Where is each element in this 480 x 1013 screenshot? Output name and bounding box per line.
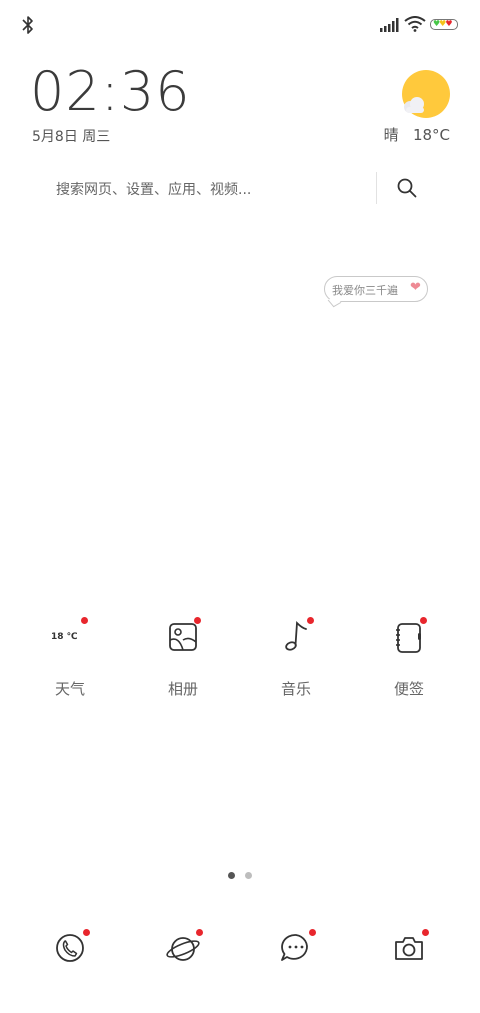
weather-icon: 18 ℃ [50, 616, 90, 656]
app-label: 相册 [167, 680, 198, 698]
weather-condition: 晴 [383, 126, 399, 144]
dock-browser[interactable] [163, 928, 203, 968]
app-notes[interactable]: 便签 [364, 616, 454, 699]
notification-badge [307, 617, 314, 624]
search-input[interactable]: 搜索网页、设置、应用、视频... [56, 179, 251, 199]
notification-badge [194, 617, 201, 624]
weather-summary[interactable]: 晴 18°C [384, 124, 450, 145]
app-music[interactable]: 音乐 [251, 616, 341, 699]
music-note-icon [276, 616, 316, 656]
battery-hearts-icon: ♥♥♥ [430, 19, 458, 30]
app-gallery[interactable]: 相册 [138, 616, 228, 699]
page-indicator[interactable] [245, 872, 252, 879]
weather-temperature: 18°C [412, 126, 450, 144]
app-label: 便签 [393, 680, 424, 698]
notification-badge [420, 617, 427, 624]
search-divider [376, 172, 377, 204]
page-indicator-active[interactable] [228, 872, 235, 879]
weather-widget-temp: 18 ℃ [51, 632, 78, 642]
clock-date: 5月8日 周三 [32, 129, 111, 145]
notification-badge [309, 929, 316, 936]
bubble-text: 我爱你三千遍 [332, 284, 398, 297]
bluetooth-icon [22, 16, 33, 34]
notebook-icon [389, 616, 429, 656]
dock-messages[interactable] [276, 928, 316, 968]
dock-camera[interactable] [389, 928, 429, 968]
gallery-icon [163, 616, 203, 656]
heart-icon: ❤ [410, 280, 421, 295]
battery-hearts: ♥♥♥ [433, 19, 453, 28]
app-label: 天气 [54, 680, 85, 698]
dock-phone[interactable] [50, 928, 90, 968]
clock-time[interactable]: 02:36 [30, 58, 191, 126]
signal-bars-icon [380, 18, 399, 32]
search-icon[interactable] [396, 177, 418, 199]
notification-badge [422, 929, 429, 936]
wifi-icon [404, 16, 426, 32]
app-label: 音乐 [280, 680, 311, 698]
notification-badge [83, 929, 90, 936]
notification-badge [81, 617, 88, 624]
app-weather[interactable]: 18 ℃ 天气 [25, 616, 115, 699]
cloud-icon [404, 97, 424, 113]
notification-badge [196, 929, 203, 936]
